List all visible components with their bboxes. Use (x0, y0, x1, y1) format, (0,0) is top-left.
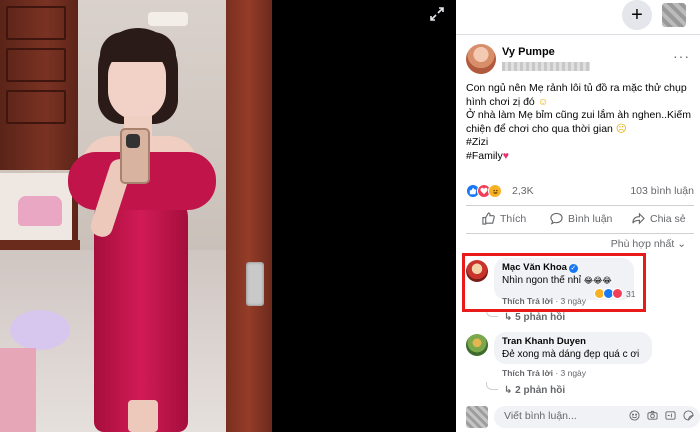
post-line: hình chơi zị đó ☺ (466, 95, 549, 108)
composer-avatar (466, 406, 488, 428)
smile-emoji-icon: ☺ (537, 95, 549, 108)
verified-badge-icon: ✓ (568, 264, 578, 273)
commenter-avatar[interactable] (466, 334, 488, 356)
author-avatar[interactable] (466, 44, 496, 74)
hashtag-family-line[interactable]: #Family♥ (466, 150, 698, 164)
view-replies-link[interactable]: ↳ 2 phản hồi (504, 385, 565, 396)
like-button[interactable]: Thích (482, 212, 526, 225)
comment-meta: Thích Trả lời · 3 ngày (502, 368, 586, 378)
comment-count[interactable]: 103 bình luận (630, 185, 694, 197)
reaction-summary[interactable]: 2,3K 103 bình luận (466, 184, 694, 200)
comment-bubble: Tran Khanh Duyen Đẻ xong mà dáng đẹp quá… (494, 332, 652, 364)
post-line: Con ngủ nên Mẹ rảnh lôi tủ đồ ra mặc thử… (466, 82, 687, 94)
comment-item: Tran Khanh Duyen Đẻ xong mà dáng đẹp quá… (466, 332, 696, 380)
post-line: Ở nhà làm Mẹ bỉm cũng zui lắm àh nghen..… (466, 109, 691, 121)
reaction-count[interactable]: 2,3K (512, 185, 534, 197)
post-photo[interactable] (0, 0, 272, 432)
commenter-avatar[interactable] (466, 260, 488, 282)
gif-icon[interactable] (664, 409, 676, 421)
comment-icon (550, 212, 563, 225)
top-bar: + (456, 0, 700, 32)
comment-reactions[interactable]: 31 (594, 288, 635, 299)
comment-button[interactable]: Bình luận (550, 212, 612, 225)
comment-like-link[interactable]: Thích (502, 296, 525, 306)
post-line: chiện để chơi cho qua thời gian ☹ (466, 122, 627, 135)
expand-icon[interactable] (428, 5, 446, 23)
camera-icon[interactable] (646, 409, 658, 421)
comment-like-link[interactable]: Thích (502, 368, 525, 378)
photo-person (60, 28, 220, 432)
post-body: Con ngủ nên Mẹ rảnh lôi tủ đồ ra mặc thử… (466, 82, 698, 163)
comment-time: · 3 ngày (555, 296, 587, 306)
commenter-name[interactable]: Mạc Văn Khoa ✓ (502, 262, 626, 273)
share-button[interactable]: Chia sẻ (632, 212, 686, 225)
profile-avatar[interactable] (662, 3, 686, 27)
post-header: Vy Pumpe ··· (466, 44, 696, 80)
photo-viewer-page: + Vy Pumpe ··· Con ngủ nên Mẹ rảnh lôi t… (0, 0, 700, 432)
photo-phone (120, 128, 150, 184)
create-button[interactable]: + (622, 0, 652, 30)
comment-composer: Viết bình luận... (464, 404, 700, 430)
thumbs-up-icon (482, 212, 495, 225)
comment-item: Mạc Văn Khoa ✓ Nhìn ngon thế nhỉ 😂😂😂 31 T… (466, 258, 696, 308)
post-actions: Thích Bình luận Chia sẻ (466, 208, 694, 232)
comment-meta: Thích Trả lời · 3 ngày (502, 296, 586, 306)
post-panel: + Vy Pumpe ··· Con ngủ nên Mẹ rảnh lôi t… (456, 0, 700, 432)
comment-text: Nhìn ngon thế nhỉ 😂😂😂 (502, 275, 612, 286)
comment-time: · 3 ngày (555, 368, 587, 378)
comment-sort-dropdown[interactable]: Phù hợp nhất ⌄ (611, 238, 686, 250)
emoji-icon[interactable] (628, 409, 640, 421)
more-options-icon[interactable]: ··· (673, 48, 690, 64)
haha-reaction-icon (488, 184, 502, 198)
heart-icon: ♥ (502, 149, 509, 162)
photo-chair (0, 348, 36, 432)
comment-reply-link[interactable]: Trả lời (527, 368, 553, 378)
photo-lamp (148, 12, 188, 26)
photo-door (226, 0, 272, 432)
comment-text: Đẻ xong mà dáng đẹp quá c ơi (502, 349, 640, 360)
laughing-emoji-icon: 😂😂😂 (583, 276, 612, 285)
share-icon (632, 212, 645, 225)
comment-reply-link[interactable]: Trả lời (527, 296, 553, 306)
photo-viewer (0, 0, 456, 432)
love-reaction-icon (612, 288, 623, 299)
hashtag-zizi[interactable]: #Zizi (466, 136, 698, 150)
sticker-icon[interactable] (682, 409, 694, 421)
post-meta-blurred (502, 62, 590, 71)
photo-bag (18, 196, 62, 226)
sad-emoji-icon: ☹ (615, 122, 627, 135)
commenter-name[interactable]: Tran Khanh Duyen (502, 336, 644, 347)
photo-door-handle (246, 262, 264, 306)
view-replies-link[interactable]: ↳ 5 phản hồi (504, 312, 565, 323)
author-name[interactable]: Vy Pumpe (502, 46, 555, 58)
